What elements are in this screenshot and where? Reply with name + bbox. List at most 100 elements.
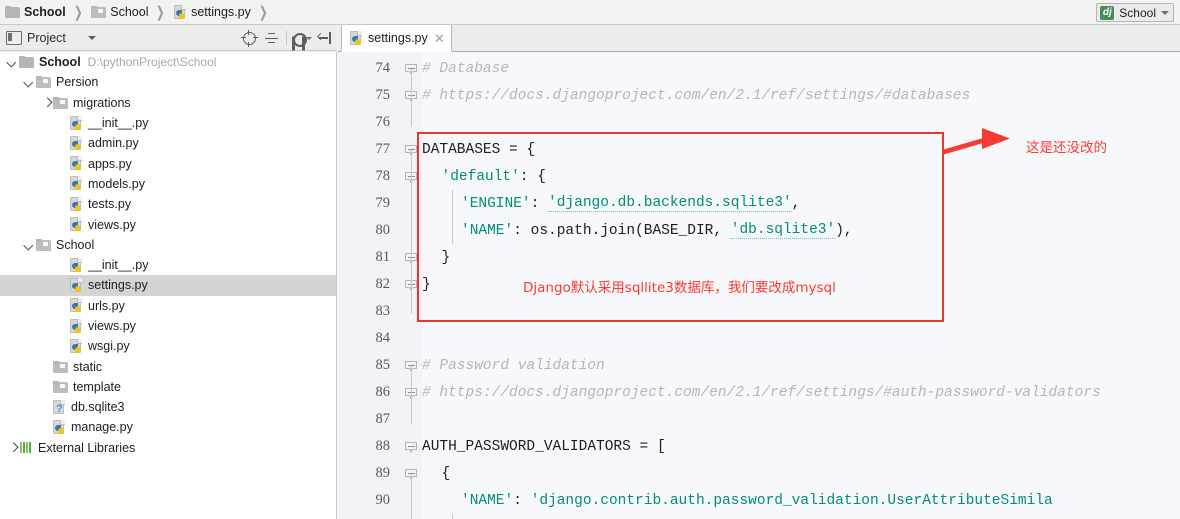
code-line[interactable]: { [442,460,451,487]
breadcrumb: School ❯ School ❯ settings.py ❯ dj Schoo… [0,0,1180,25]
chevron-down-icon[interactable] [23,238,36,251]
folder-open-icon [36,238,51,251]
tree-item-manage-py[interactable]: manage.py [0,417,336,437]
chevron-right-icon[interactable] [6,441,19,454]
python-file-icon [70,115,83,131]
tree-item-tests-py[interactable]: tests.py [0,194,336,214]
code-line[interactable]: 'ENGINE': 'django.db.backends.sqlite3', [461,190,800,217]
pycharm-window: School ❯ School ❯ settings.py ❯ dj Schoo… [0,0,1180,519]
code-line[interactable]: } [422,271,431,298]
tree-item-views-py[interactable]: views.py [0,316,336,336]
collapse-all-icon [264,32,278,45]
fold-marker[interactable] [405,440,418,453]
folder-open-icon [53,380,68,393]
close-icon[interactable]: ✕ [434,32,445,45]
tree-item-label: __init__.py [88,258,149,273]
code-editor[interactable]: 74 75 76 77 78 79 80 81 82 83 84 85 86 87 88 89 90 # Dat… [338,52,1180,519]
code-line[interactable]: 'NAME': os.path.join(BASE_DIR, 'db.sqlit… [461,217,853,244]
python-file-icon [70,135,83,151]
tree-item-label: settings.py [88,278,148,293]
tab-settings-py[interactable]: settings.py ✕ [341,25,452,52]
code-line[interactable]: # https://docs.djangoproject.com/en/2.1/… [422,379,1101,406]
tree-item-label: migrations [73,95,131,110]
panel-settings-button[interactable] [292,28,312,48]
code-token: 'django.contrib.auth.password_validation… [530,492,1053,509]
tree-item-persion[interactable]: Persion [0,72,336,92]
line-number: 89 [375,465,391,481]
python-file-icon [70,318,83,334]
run-configuration-selector[interactable]: dj School [1096,3,1174,22]
tree-item-models-py[interactable]: models.py [0,174,336,194]
line-number: 80 [375,222,391,238]
tree-item-settings-py[interactable]: settings.py [0,275,336,296]
tree-item-label: External Libraries [38,440,136,455]
tree-item-admin-py[interactable]: admin.py [0,133,336,153]
line-number: 85 [375,357,391,373]
tree-twisty-spacer [40,401,53,414]
tree-item-migrations[interactable]: migrations [0,93,336,113]
tree-item-apps-py[interactable]: apps.py [0,153,336,173]
hide-panel-icon [316,32,331,44]
folder-icon [5,6,20,18]
tree-item-template[interactable]: template [0,377,336,397]
code-token: 'db.sqlite3' [730,222,836,239]
code-line[interactable]: } [442,244,451,271]
breadcrumb-item-label: School [24,5,66,19]
code-token: , [791,195,801,212]
tree-item-label: template [73,379,121,394]
code-line[interactable]: # Password validation [422,352,605,379]
locate-in-tree-button[interactable] [239,28,259,48]
breadcrumb-item-settings-py[interactable]: settings.py [169,0,253,25]
tree-item-school[interactable]: School D:\pythonProject\School [0,52,336,72]
tree-item-wsgi-py[interactable]: wsgi.py [0,336,336,356]
chevron-down-icon[interactable] [23,76,36,89]
tree-item-label: School [39,55,81,70]
code-line[interactable]: 'NAME': 'django.contrib.auth.password_va… [461,487,1053,514]
folder-open-icon [53,96,68,109]
tree-item-init-py[interactable]: __init__.py [0,255,336,275]
fold-guide-line [411,69,412,127]
project-tree[interactable]: School D:\pythonProject\School Persion migr… [0,52,337,519]
tree-item-static[interactable]: static [0,356,336,376]
line-number: 88 [375,438,391,454]
code-line[interactable]: AUTH_PASSWORD_VALIDATORS = [ [422,433,666,460]
code-line[interactable]: # Database [422,55,509,82]
python-file-icon [70,196,83,212]
project-view-icon [6,31,22,45]
line-number-gutter: 74 75 76 77 78 79 80 81 82 83 84 85 86 87 88 89 90 [338,52,402,519]
run-configuration-label: School [1119,5,1156,20]
tree-item-label: Persion [56,75,99,90]
editor-tab-bar: settings.py ✕ [338,25,1180,52]
chevron-right-icon[interactable] [40,96,53,109]
tree-twisty-spacer [40,380,53,393]
tree-item-label: School [56,237,95,252]
breadcrumb-item-school-package[interactable]: School [86,0,150,25]
tree-twisty-spacer [57,279,70,292]
tree-item-label: __init__.py [88,116,149,131]
hide-panel-button[interactable] [314,28,334,48]
code-line[interactable]: DATABASES = { [422,136,535,163]
code-line[interactable]: 'default': { [442,163,546,190]
toolbar-divider [286,31,287,45]
tree-item-school[interactable]: School [0,235,336,255]
code-token: # https://docs.djangoproject.com/en/2.1/… [422,87,971,104]
indent-guide-line [452,190,453,244]
tree-item-db-sqlite3[interactable]: ? db.sqlite3 [0,397,336,417]
annotation-inline-label: Django默认采用sqllite3数据库，我们要改成mysql [523,280,836,296]
collapse-all-button[interactable] [261,28,281,48]
tree-item-label: manage.py [71,420,133,435]
tree-item-views-py[interactable]: views.py [0,214,336,234]
project-panel-title: Project [27,30,66,45]
project-view-dropdown-button[interactable] [87,35,96,40]
tree-item-urls-py[interactable]: urls.py [0,296,336,316]
code-line[interactable]: # https://docs.djangoproject.com/en/2.1/… [422,82,970,109]
code-folding-gutter[interactable] [402,52,422,519]
code-token: 'NAME' [461,222,514,239]
breadcrumb-item-school-root[interactable]: School [0,0,68,25]
tree-item-init-py[interactable]: __init__.py [0,113,336,133]
db-file-icon: ? [53,399,66,415]
tree-item-external-libraries[interactable]: External Libraries [0,438,336,458]
fold-guide-line [411,150,412,314]
chevron-down-icon[interactable] [6,56,19,69]
fold-guide-line [411,474,412,519]
